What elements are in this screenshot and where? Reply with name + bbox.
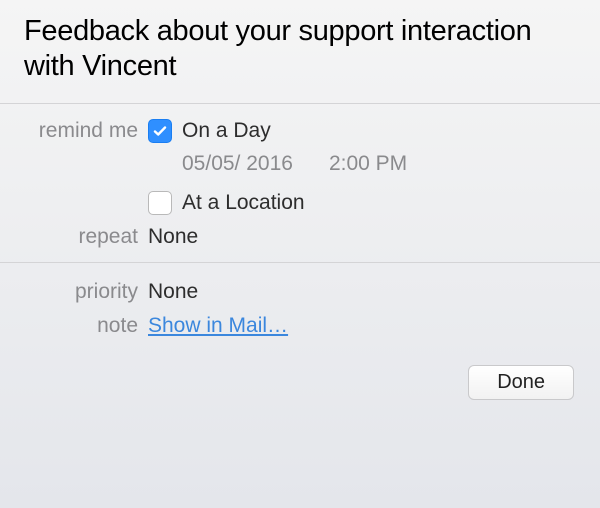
on-a-day-checkbox[interactable]	[148, 119, 172, 143]
reminder-time: 2:00 PM	[329, 152, 407, 176]
show-in-mail-link[interactable]: Show in Mail…	[148, 314, 288, 338]
on-a-day-label: On a Day	[182, 119, 271, 143]
repeat-value[interactable]: None	[148, 225, 198, 249]
at-a-location-checkbox[interactable]	[148, 191, 172, 215]
priority-value[interactable]: None	[148, 280, 198, 304]
priority-label: priority	[0, 280, 148, 304]
page-title: Feedback about your support interaction …	[0, 0, 600, 103]
remind-me-label: remind me	[0, 119, 148, 143]
reminder-date: 05/05/ 2016	[182, 152, 293, 176]
checkmark-icon	[152, 123, 168, 139]
note-label: note	[0, 314, 148, 338]
repeat-label: repeat	[0, 225, 148, 249]
at-a-location-label: At a Location	[182, 191, 305, 215]
reminder-datetime[interactable]: 05/05/ 2016 2:00 PM	[0, 148, 600, 180]
done-button[interactable]: Done	[468, 365, 574, 400]
